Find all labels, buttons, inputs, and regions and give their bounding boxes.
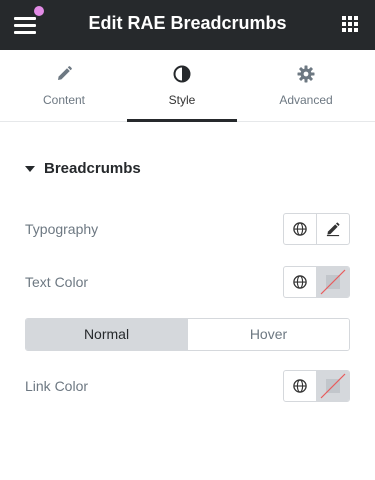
half-circle-icon <box>173 65 191 83</box>
panel-title: Edit RAE Breadcrumbs <box>88 13 287 33</box>
editor-header: Edit RAE Breadcrumbs <box>0 0 375 50</box>
text-color-global-button[interactable] <box>284 267 317 297</box>
menu-icon[interactable] <box>14 16 36 34</box>
state-switcher: Normal Hover <box>25 318 350 351</box>
typography-edit-button[interactable] <box>317 214 349 244</box>
link-color-controls <box>283 370 350 402</box>
section-title: Breadcrumbs <box>44 160 141 177</box>
tab-content-label: Content <box>42 93 86 107</box>
pencil-icon <box>58 66 72 80</box>
hover-state-button[interactable]: Hover <box>188 319 349 350</box>
widgets-grid-icon[interactable] <box>342 16 358 32</box>
globe-icon <box>293 379 307 393</box>
typography-global-button[interactable] <box>284 214 317 244</box>
notification-dot <box>34 6 44 16</box>
panel-tabs: Content Style Advanced <box>0 50 375 122</box>
text-color-controls <box>283 266 350 298</box>
typography-controls <box>283 213 350 245</box>
pencil-edit-icon <box>326 222 340 237</box>
text-color-swatch[interactable] <box>317 267 349 297</box>
normal-state-button[interactable]: Normal <box>26 319 188 350</box>
tab-advanced[interactable]: Advanced <box>251 50 361 122</box>
tab-advanced-label: Advanced <box>279 93 333 107</box>
tab-style-label: Style <box>168 93 196 107</box>
globe-icon <box>293 222 307 236</box>
link-color-label: Link Color <box>25 378 89 394</box>
active-tab-indicator <box>127 119 237 122</box>
text-color-label: Text Color <box>25 274 89 290</box>
gear-icon <box>297 65 315 83</box>
globe-icon <box>293 275 307 289</box>
unset-color-icon <box>320 373 346 399</box>
link-color-global-button[interactable] <box>284 371 317 401</box>
tab-style[interactable]: Style <box>127 50 237 122</box>
tab-content[interactable]: Content <box>9 50 119 122</box>
unset-color-icon <box>320 269 346 295</box>
caret-down-icon <box>25 166 35 172</box>
link-color-swatch[interactable] <box>317 371 349 401</box>
typography-label: Typography <box>25 221 99 237</box>
